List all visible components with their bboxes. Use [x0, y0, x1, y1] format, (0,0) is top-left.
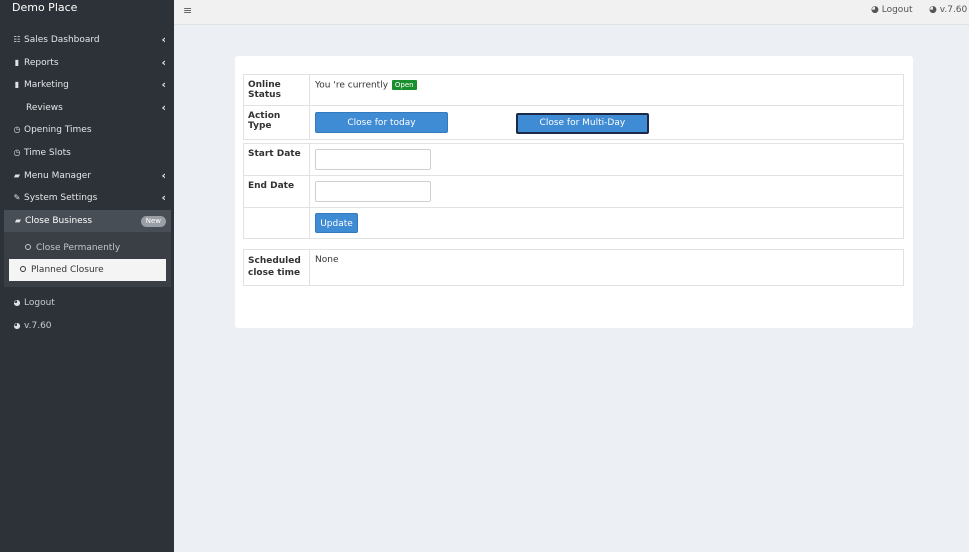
hamburger-menu-icon[interactable]: ≡ [183, 4, 192, 17]
sidebar-item-label: Logout [24, 298, 55, 309]
topbar-version-label: v.7.60 [939, 5, 968, 15]
end-date-input[interactable] [315, 181, 431, 202]
bar-chart-icon: ▮ [14, 80, 20, 90]
sidebar-item-label: Marketing [24, 80, 69, 91]
new-badge: New [140, 215, 166, 227]
start-date-row: Start Date [243, 143, 904, 176]
open-status-badge: Open [391, 80, 417, 90]
brand-title: Demo Place [12, 1, 78, 14]
online-status-value: You 're currently Open [309, 74, 904, 106]
topbar-logout-link[interactable]: ◕ Logout [871, 5, 913, 15]
sidebar-item-reports[interactable]: ▮ Reports ‹ [0, 52, 174, 75]
start-date-input[interactable] [315, 149, 431, 170]
empty-label-cell [243, 207, 310, 239]
list-icon: ☷ [13, 35, 21, 44]
online-status-text: You 're currently [315, 80, 389, 91]
folder-icon: ▰ [13, 170, 21, 180]
end-date-label: End Date [243, 175, 310, 208]
sidebar-item-label: Reviews [26, 102, 63, 113]
sidebar-item-label: Opening Times [24, 125, 92, 136]
dashboard-icon: ◕ [929, 5, 937, 15]
submenu-item-close-permanently[interactable]: Close Permanently [9, 237, 166, 259]
chevron-left-icon: ‹ [161, 55, 166, 69]
sidebar-item-opening-times[interactable]: ◷ Opening Times [0, 119, 174, 142]
sidebar-item-label: Reports [24, 57, 59, 68]
chevron-left-icon: ‹ [161, 191, 166, 205]
sidebar-item-system-settings[interactable]: ✎ System Settings ‹ [0, 187, 174, 210]
sidebar-item-label: Menu Manager [24, 170, 92, 181]
action-type-options: Close for today Close for Multi-Day [309, 105, 904, 140]
topbar-logout-label: Logout [881, 5, 913, 15]
start-date-cell [309, 143, 904, 176]
sidebar-menu: ☷ Sales Dashboard ‹ ▮ Reports ‹ ▮ Marketing… [0, 29, 174, 233]
submenu-item-label: Close Permanently [36, 243, 121, 254]
chevron-left-icon: ‹ [161, 33, 166, 46]
close-business-submenu: Close Permanently Planned Closure [4, 232, 171, 288]
dashboard-icon: ◕ [13, 320, 21, 330]
action-type-row: Action Type Close for today Close for Mu… [243, 105, 904, 140]
chevron-left-icon: ‹ [161, 100, 166, 114]
dashboard-icon: ◕ [871, 5, 879, 15]
wrench-icon: ✎ [13, 193, 21, 203]
sidebar-item-label: Close Business [25, 215, 93, 226]
planned-closure-card: Online Status You 're currently Open Act… [235, 56, 913, 328]
sidebar-item-menu-manager[interactable]: ▰ Menu Manager ‹ [0, 165, 174, 188]
end-date-row: End Date [243, 175, 904, 208]
sidebar-item-reviews[interactable]: Reviews ‹ [0, 97, 174, 120]
chevron-left-icon: ‹ [161, 78, 166, 92]
update-cell: Update [309, 207, 904, 239]
sidebar-item-label: System Settings [24, 193, 98, 204]
circle-icon [20, 265, 26, 272]
chevron-left-icon: ‹ [161, 168, 166, 182]
online-status-row: Online Status You 're currently Open [243, 74, 904, 106]
scheduled-close-time-value: None [309, 249, 904, 286]
close-for-today-button[interactable]: Close for today [315, 112, 448, 133]
dashboard-icon: ◕ [13, 298, 21, 308]
clock-icon: ◷ [13, 125, 21, 135]
update-row: Update [243, 207, 904, 239]
end-date-cell [309, 175, 904, 208]
update-button[interactable]: Update [315, 213, 358, 233]
sidebar-item-label: Time Slots [24, 147, 71, 158]
start-date-label: Start Date [243, 143, 310, 176]
date-table: Start Date End Date Update [243, 143, 904, 239]
scheduled-close-time-label: Scheduled close time [243, 249, 310, 286]
sidebar-item-time-slots[interactable]: ◷ Time Slots [0, 142, 174, 165]
scheduled-table: Scheduled close time None [243, 249, 904, 286]
sidebar-item-label: Sales Dashboard [24, 35, 100, 45]
top-bar: ≡ ◕ Logout ◕ v.7.60 [174, 0, 969, 25]
sidebar-item-version[interactable]: ◕ v.7.60 [0, 315, 174, 338]
sidebar-item-label: v.7.60 [24, 320, 52, 331]
sidebar-item-logout[interactable]: ◕ Logout [0, 292, 174, 315]
clock-icon: ◷ [13, 147, 21, 157]
circle-icon [25, 243, 31, 250]
topbar-version-link[interactable]: ◕ v.7.60 [929, 5, 967, 15]
sidebar: Demo Place ☷ Sales Dashboard ‹ ▮ Reports ‹… [0, 0, 174, 552]
close-for-multi-day-button[interactable]: Close for Multi-Day [515, 113, 649, 134]
online-status-label: Online Status [243, 74, 310, 106]
sidebar-item-marketing[interactable]: ▮ Marketing ‹ [0, 74, 174, 97]
scheduled-row: Scheduled close time None [243, 249, 904, 286]
status-table: Online Status You 're currently Open Act… [243, 74, 904, 140]
sidebar-bottom-menu: ◕ Logout ◕ v.7.60 [0, 292, 174, 337]
sidebar-item-sales-dashboard[interactable]: ☷ Sales Dashboard ‹ [0, 29, 174, 52]
action-type-label: Action Type [243, 105, 310, 140]
bar-chart-icon: ▮ [14, 57, 20, 67]
submenu-item-planned-closure[interactable]: Planned Closure [9, 259, 166, 282]
folder-open-icon: ▰ [14, 215, 22, 225]
submenu-item-label: Planned Closure [31, 265, 104, 276]
sidebar-item-close-business[interactable]: ▰ Close Business New [4, 209, 171, 233]
